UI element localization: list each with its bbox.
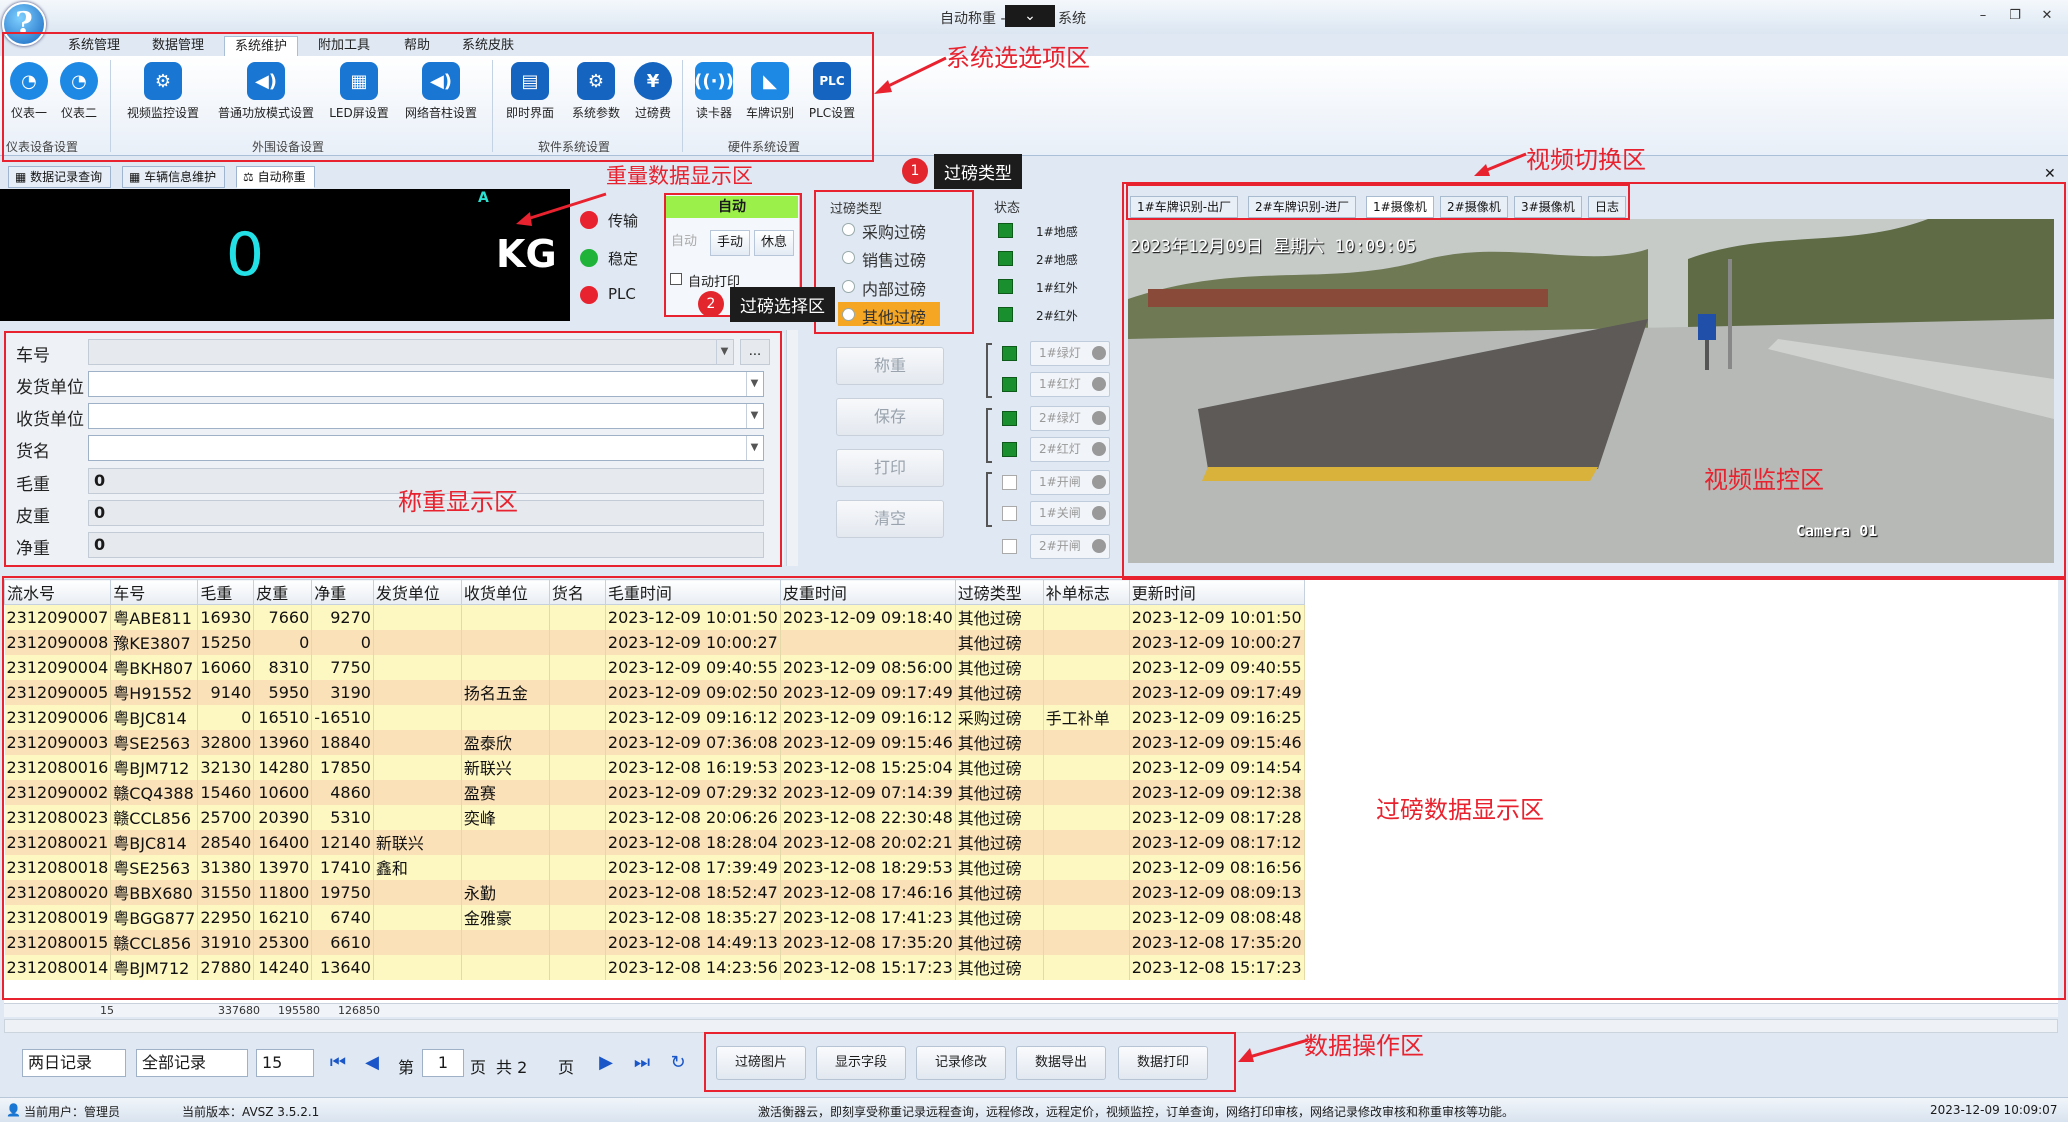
annotation-system-options: 系统选选项区 — [946, 44, 1090, 72]
first-page-icon[interactable]: ⏮ — [324, 1050, 352, 1076]
plc-indicator-icon — [580, 286, 598, 304]
annotation-box-system-options — [2, 32, 874, 162]
status-dot-icon — [1092, 506, 1106, 520]
refresh-icon[interactable]: ↻ — [664, 1050, 692, 1076]
annotation-weight-data: 重量数据显示区 — [606, 164, 753, 188]
prev-page-icon[interactable]: ◀ — [358, 1050, 386, 1076]
bracket — [986, 472, 992, 527]
green-light1-indicator — [1002, 346, 1017, 361]
annotation-box-form — [4, 331, 782, 567]
annotation-marker-2: 2 — [698, 291, 724, 317]
page-prefix: 第 — [398, 1058, 415, 1077]
sensor1-indicator — [998, 223, 1013, 238]
status-dot-icon — [1092, 411, 1106, 425]
save-button[interactable]: 保存 — [836, 398, 944, 436]
annotation-arrow — [1238, 1038, 1309, 1062]
summary-tare: 195580 — [278, 1004, 320, 1017]
red-light2-indicator — [1002, 442, 1017, 457]
weight-unit: KG — [496, 232, 557, 276]
green-light2-indicator — [1002, 411, 1017, 426]
doc-tab-auto-weigh[interactable]: ⚖ 自动称重 — [236, 166, 315, 188]
table-summary-row: 15 337680 195580 126850 — [4, 1003, 2058, 1017]
window-title-suffix: 系统 — [1058, 11, 1086, 27]
status-dot-icon — [1092, 475, 1106, 489]
weight-flag: A — [478, 190, 489, 206]
ir1-indicator — [998, 279, 1013, 294]
page-size-combo[interactable]: 15 — [256, 1049, 314, 1077]
annotation-arrow — [874, 56, 947, 94]
red-light1-indicator — [1002, 377, 1017, 392]
user-icon: 👤 — [6, 1103, 21, 1117]
weight-value: 0 — [225, 220, 265, 290]
table-icon: ▦ — [15, 170, 31, 184]
status-header: 状态 — [994, 201, 1021, 216]
table-icon: ▦ — [129, 170, 145, 184]
total-suffix: 页 — [558, 1058, 575, 1077]
filter-combo[interactable]: 全部记录 — [136, 1049, 248, 1077]
window-title: 自动称重 - — [940, 11, 1006, 27]
status-datetime: 2023-12-09 10:09:07 — [1930, 1103, 2058, 1117]
annotation-box-table — [2, 576, 2066, 1000]
status-dot-icon — [1092, 539, 1106, 553]
annotation-arrow — [516, 192, 607, 226]
ir2-label: 2#红外 — [1036, 309, 1078, 323]
ir1-label: 1#红外 — [1036, 281, 1078, 295]
next-page-icon[interactable]: ▶ — [592, 1050, 620, 1076]
current-user: 当前用户：管理员 — [24, 1105, 121, 1119]
sensor1-label: 1#地感 — [1036, 225, 1078, 239]
print-button[interactable]: 打印 — [836, 449, 944, 487]
status-dot-icon — [1092, 346, 1106, 360]
stable-label: 稳定 — [608, 250, 639, 268]
stable-indicator-icon — [580, 249, 598, 267]
transmit-label: 传输 — [608, 212, 639, 230]
promo-message: 激活衡器云，即刻享受称重记录远程查询，远程修改，远程定价，视频监控，订单查询，网… — [758, 1105, 1515, 1119]
ir2-indicator — [998, 307, 1013, 322]
sensor2-indicator — [998, 251, 1013, 266]
doc-tab-vehicle-info[interactable]: ▦ 车辆信息维护 — [122, 166, 226, 188]
page-suffix: 页 — [470, 1058, 487, 1077]
close-button[interactable]: ✕ — [2036, 6, 2058, 26]
gate1-close-indicator — [1002, 506, 1017, 521]
summary-net: 126850 — [338, 1004, 380, 1017]
bracket — [986, 343, 992, 398]
annotation-box-transit-type — [814, 190, 974, 334]
summary-gross: 337680 — [218, 1004, 260, 1017]
annotation-arrow — [1474, 152, 1527, 176]
scale-icon: ⚖ — [243, 170, 258, 184]
horizontal-scrollbar[interactable] — [4, 1019, 2058, 1033]
doc-tab-record-query[interactable]: ▦ 数据记录查询 — [8, 166, 112, 188]
last-page-icon[interactable]: ⏭ — [628, 1050, 656, 1076]
weigh-button[interactable]: 称重 — [836, 347, 944, 385]
summary-count: 15 — [100, 1004, 114, 1017]
status-dot-icon — [1092, 377, 1106, 391]
page-input[interactable]: 1 — [422, 1049, 464, 1077]
annotation-data-ops: 数据操作区 — [1304, 1032, 1424, 1060]
minimize-button[interactable]: – — [1972, 6, 1994, 26]
bracket — [986, 408, 992, 463]
current-version: 当前版本：AVSZ 3.5.2.1 — [182, 1105, 320, 1119]
annotation-box-video — [1122, 182, 2066, 580]
annotation-video-switch: 视频切换区 — [1526, 146, 1646, 174]
total-pages: 共 2 — [496, 1058, 528, 1077]
plc-label: PLC — [608, 285, 636, 303]
annotation-weigh-display: 称重显示区 — [398, 488, 518, 516]
annotation-marker-1: 1 — [902, 158, 928, 184]
annotation-tip-transit-select: 过磅选择区 — [730, 287, 835, 322]
annotation-transit-data: 过磅数据显示区 — [1376, 796, 1544, 824]
annotation-video-monitor: 视频监控区 — [1704, 466, 1824, 494]
form-scrollbar[interactable] — [786, 330, 798, 566]
range-combo[interactable]: 两日记录 — [22, 1049, 126, 1077]
title-dropdown-icon[interactable]: ⌄ — [1005, 5, 1055, 27]
annotation-tip-transit-type: 过磅类型 — [934, 154, 1022, 189]
status-dot-icon — [1092, 442, 1106, 456]
annotation-box-data-ops — [704, 1032, 1236, 1092]
clear-button[interactable]: 清空 — [836, 500, 944, 538]
gate2-open-indicator — [1002, 539, 1017, 554]
panel-close-icon[interactable]: ✕ — [2044, 166, 2056, 182]
gate1-open-indicator — [1002, 475, 1017, 490]
sensor2-label: 2#地感 — [1036, 253, 1078, 267]
restore-button[interactable]: ❐ — [2004, 6, 2026, 26]
